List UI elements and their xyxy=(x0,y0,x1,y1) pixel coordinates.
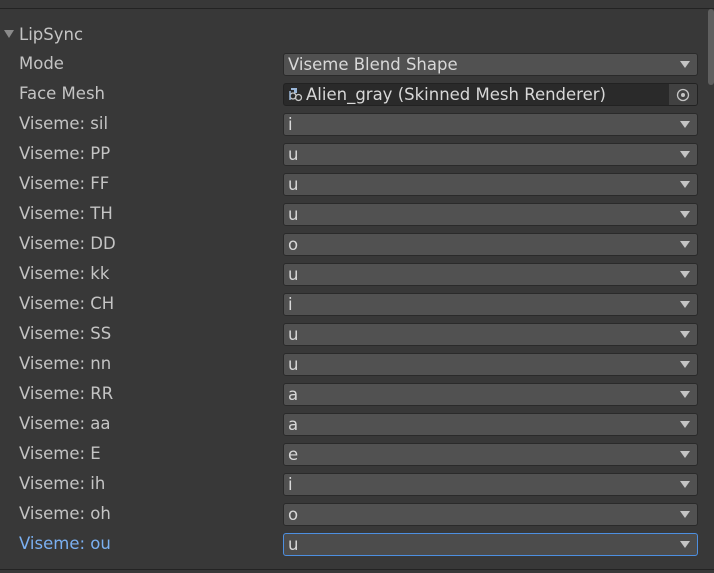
viseme-dropdown[interactable]: u xyxy=(283,143,698,166)
object-picker-icon xyxy=(676,88,690,101)
viseme-value: a xyxy=(288,415,299,434)
viseme-row: Viseme: PP u xyxy=(0,141,714,167)
viseme-label: Viseme: aa xyxy=(19,414,111,433)
viseme-value: u xyxy=(288,355,299,374)
viseme-row: Viseme: kk u xyxy=(0,261,714,287)
viseme-value: e xyxy=(288,445,299,464)
viseme-label: Viseme: TH xyxy=(19,204,113,223)
viseme-label: Viseme: PP xyxy=(19,144,111,163)
viseme-row: Viseme: CH i xyxy=(0,291,714,317)
chevron-down-icon xyxy=(680,121,690,128)
viseme-label: Viseme: ih xyxy=(19,474,106,493)
viseme-label: Viseme: nn xyxy=(19,354,112,373)
viseme-dropdown[interactable]: i xyxy=(283,113,698,136)
viseme-row: Viseme: ou u xyxy=(0,531,714,557)
foldout-expanded-arrow-icon[interactable] xyxy=(1,21,17,47)
mode-value: Viseme Blend Shape xyxy=(288,55,458,74)
viseme-label: Viseme: DD xyxy=(19,234,116,253)
viseme-row: Viseme: sil i xyxy=(0,111,714,137)
viseme-value: a xyxy=(288,385,299,404)
viseme-label: Viseme: sil xyxy=(19,114,109,133)
viseme-value: i xyxy=(288,115,293,134)
mode-dropdown[interactable]: Viseme Blend Shape xyxy=(283,53,698,76)
lipsync-foldout[interactable]: LipSync xyxy=(0,21,83,47)
bottom-divider xyxy=(0,569,714,570)
viseme-label: Viseme: ou xyxy=(19,534,111,553)
chevron-down-icon xyxy=(680,481,690,488)
viseme-label: Viseme: SS xyxy=(19,324,112,343)
viseme-value: u xyxy=(288,535,299,554)
face-mesh-value: Alien_gray (Skinned Mesh Renderer) xyxy=(306,85,606,104)
viseme-label: Viseme: oh xyxy=(19,504,111,523)
section-title: LipSync xyxy=(19,24,84,44)
viseme-dropdown[interactable]: u xyxy=(283,353,698,376)
chevron-down-icon xyxy=(680,451,690,458)
viseme-dropdown[interactable]: o xyxy=(283,233,698,256)
chevron-down-icon xyxy=(680,271,690,278)
chevron-down-icon xyxy=(680,151,690,158)
viseme-value: u xyxy=(288,205,299,224)
viseme-row: Viseme: FF u xyxy=(0,171,714,197)
face-mesh-object-field[interactable]: Alien_gray (Skinned Mesh Renderer) xyxy=(283,83,698,106)
viseme-value: u xyxy=(288,145,299,164)
viseme-dropdown[interactable]: u xyxy=(283,203,698,226)
viseme-value: o xyxy=(288,235,299,254)
viseme-label: Viseme: kk xyxy=(19,264,110,283)
object-picker-button[interactable] xyxy=(668,84,697,105)
viseme-value: i xyxy=(288,295,293,314)
viseme-value: i xyxy=(288,475,293,494)
viseme-dropdown[interactable]: u xyxy=(283,323,698,346)
chevron-down-icon xyxy=(680,541,690,548)
skinned-mesh-renderer-icon xyxy=(288,87,303,102)
chevron-down-icon xyxy=(680,61,690,68)
chevron-down-icon xyxy=(680,391,690,398)
viseme-value: u xyxy=(288,325,299,344)
viseme-label: Viseme: RR xyxy=(19,384,114,403)
viseme-row: Viseme: TH u xyxy=(0,201,714,227)
viseme-row: Viseme: RR a xyxy=(0,381,714,407)
viseme-row: Viseme: aa a xyxy=(0,411,714,437)
viseme-value: u xyxy=(288,265,299,284)
viseme-dropdown[interactable]: e xyxy=(283,443,698,466)
chevron-down-icon xyxy=(680,421,690,428)
viseme-label: Viseme: CH xyxy=(19,294,115,313)
chevron-down-icon xyxy=(680,241,690,248)
viseme-dropdown[interactable]: i xyxy=(283,293,698,316)
viseme-row: Viseme: SS u xyxy=(0,321,714,347)
viseme-value: u xyxy=(288,175,299,194)
viseme-dropdown[interactable]: o xyxy=(283,503,698,526)
viseme-label: Viseme: FF xyxy=(19,174,110,193)
face-mesh-label: Face Mesh xyxy=(19,84,105,103)
viseme-dropdown[interactable]: u xyxy=(283,263,698,286)
viseme-dropdown[interactable]: u xyxy=(283,533,698,556)
chevron-down-icon xyxy=(680,181,690,188)
viseme-value: o xyxy=(288,505,299,524)
viseme-dropdown[interactable]: u xyxy=(283,173,698,196)
viseme-dropdown[interactable]: i xyxy=(283,473,698,496)
mode-row: Mode Viseme Blend Shape xyxy=(0,51,714,77)
viseme-dropdown[interactable]: a xyxy=(283,413,698,436)
chevron-down-icon xyxy=(680,361,690,368)
top-divider xyxy=(0,8,714,9)
viseme-row: Viseme: nn u xyxy=(0,351,714,377)
chevron-down-icon xyxy=(680,331,690,338)
viseme-row: Viseme: ih i xyxy=(0,471,714,497)
chevron-down-icon xyxy=(680,211,690,218)
chevron-down-icon xyxy=(680,511,690,518)
viseme-dropdown[interactable]: a xyxy=(283,383,698,406)
viseme-row: Viseme: E e xyxy=(0,441,714,467)
chevron-down-icon xyxy=(680,301,690,308)
viseme-row: Viseme: DD o xyxy=(0,231,714,257)
viseme-label: Viseme: E xyxy=(19,444,101,463)
mode-label: Mode xyxy=(19,54,64,73)
viseme-row: Viseme: oh o xyxy=(0,501,714,527)
face-mesh-row: Face Mesh Alien_gray (Skinned Mesh Rende… xyxy=(0,81,714,107)
